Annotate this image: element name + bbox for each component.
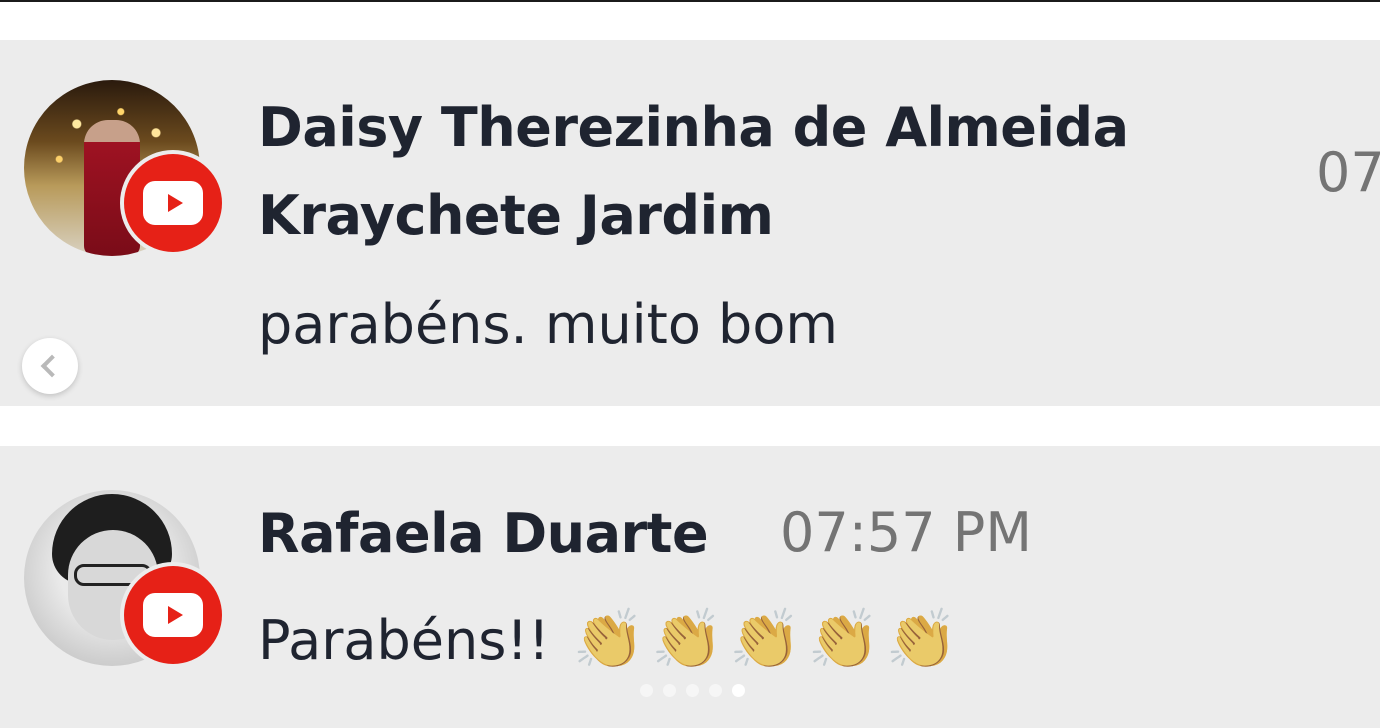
comment-card: Daisy Therezinha de Almeida Kraychete Ja… [0,40,1380,406]
comment-timestamp: 07:57 PM [780,501,1032,564]
chevron-left-icon [40,354,64,378]
play-icon [168,194,183,212]
carousel-dot[interactable] [709,684,722,697]
comment-author[interactable]: Rafaela Duarte [258,490,709,578]
play-icon [168,606,183,624]
youtube-icon [124,566,222,664]
clapping-hands-emoji: 👏 [885,605,958,673]
comment-message: Parabéns!! 👏 👏 👏 👏 👏 [258,604,958,676]
youtube-icon [124,154,222,252]
carousel-dot-active[interactable] [732,684,745,697]
carousel-prev-button[interactable] [22,338,78,394]
carousel-dot[interactable] [663,684,676,697]
clapping-hands-emoji: 👏 [729,605,802,673]
screenshot-frame: Daisy Therezinha de Almeida Kraychete Ja… [0,0,1380,728]
clapping-hands-emoji: 👏 [572,605,646,673]
clapping-hands-emoji: 👏 [807,605,880,673]
comment-message: parabéns. muito bom [258,293,838,356]
carousel-pagination [640,684,745,697]
carousel-dot[interactable] [640,684,653,697]
comment-message-text: Parabéns!! [258,609,550,672]
carousel-dot[interactable] [686,684,699,697]
comment-timestamp: 07 [1316,141,1380,204]
comment-author[interactable]: Daisy Therezinha de Almeida Kraychete Ja… [258,84,1258,260]
clapping-hands-emoji: 👏 [651,605,724,673]
